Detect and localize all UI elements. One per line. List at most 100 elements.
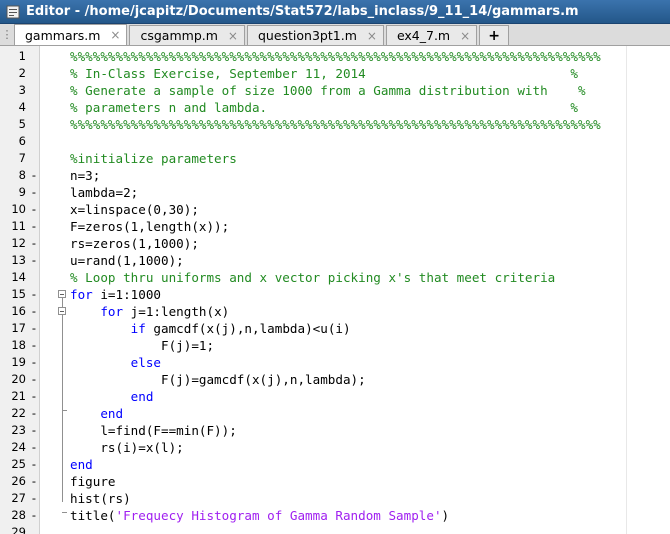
code-line[interactable]: 5%%%%%%%%%%%%%%%%%%%%%%%%%%%%%%%%%%%%%%%… xyxy=(0,116,670,133)
line-number: 24 xyxy=(11,440,26,454)
code-token-plain: rs=zeros(1,1000); xyxy=(70,236,199,251)
code-line[interactable]: 11- F=zeros(1,length(x)); xyxy=(0,218,670,235)
code-line[interactable]: 21- end xyxy=(0,388,670,405)
code-line[interactable]: 27- hist(rs) xyxy=(0,490,670,507)
window-title-bar[interactable]: Editor - /home/jcapitz/Documents/Stat572… xyxy=(0,0,670,24)
fold-toggle-icon[interactable] xyxy=(58,290,66,298)
breakpoint-marker[interactable]: - xyxy=(29,167,39,184)
code-token-plain: u=rand(1,1000); xyxy=(70,253,184,268)
line-number: 4 xyxy=(18,100,26,114)
code-token-plain: lambda=2; xyxy=(70,185,139,200)
code-text: else xyxy=(70,354,161,371)
code-line[interactable]: 3 % Generate a sample of size 1000 from a… xyxy=(0,82,670,99)
tab-label: csgammp.m xyxy=(140,28,218,43)
breakpoint-marker[interactable]: - xyxy=(29,439,39,456)
code-line[interactable]: 16- for j=1:length(x) xyxy=(0,303,670,320)
code-line[interactable]: 2 % In-Class Exercise, September 11, 2014… xyxy=(0,65,670,82)
code-line[interactable]: 6 xyxy=(0,133,670,150)
code-line[interactable]: 7 %initialize parameters xyxy=(0,150,670,167)
breakpoint-marker[interactable]: - xyxy=(29,507,39,524)
close-icon[interactable]: × xyxy=(228,29,238,43)
code-line[interactable]: 8- n=3; xyxy=(0,167,670,184)
code-line[interactable]: 29 xyxy=(0,524,670,534)
line-number: 27 xyxy=(11,491,26,505)
close-icon[interactable]: × xyxy=(367,29,377,43)
line-number: 17 xyxy=(11,321,26,335)
code-token-comment: % Generate a sample of size 1000 from a … xyxy=(70,83,586,98)
breakpoint-marker[interactable]: - xyxy=(29,286,39,303)
matlab-editor-icon xyxy=(6,5,20,18)
code-text: hist(rs) xyxy=(70,490,131,507)
breakpoint-marker[interactable]: - xyxy=(29,320,39,337)
tab-csgammp[interactable]: csgammp.m × xyxy=(129,25,245,45)
code-text: rs=zeros(1,1000); xyxy=(70,235,199,252)
code-text: %%%%%%%%%%%%%%%%%%%%%%%%%%%%%%%%%%%%%%%%… xyxy=(70,48,601,65)
code-text: end xyxy=(70,388,154,405)
code-token-keyword: end xyxy=(70,457,93,472)
close-icon[interactable]: × xyxy=(110,28,120,42)
add-tab-button[interactable]: + xyxy=(479,25,509,45)
code-line[interactable]: 22- end xyxy=(0,405,670,422)
breakpoint-marker[interactable]: - xyxy=(29,405,39,422)
code-line[interactable]: 18- F(j)=1; xyxy=(0,337,670,354)
code-text: for i=1:1000 xyxy=(70,286,161,303)
breakpoint-marker[interactable]: - xyxy=(29,490,39,507)
tab-gammars[interactable]: gammars.m × xyxy=(14,24,128,45)
tab-grip-icon[interactable]: ⋮ xyxy=(0,24,14,45)
line-number: 20 xyxy=(11,372,26,386)
code-token-plain: i=1:1000 xyxy=(92,287,161,302)
code-line[interactable]: 23- l=find(F==min(F)); xyxy=(0,422,670,439)
code-line[interactable]: 4 % parameters n and lambda. % xyxy=(0,99,670,116)
code-line[interactable]: 10- x=linspace(0,30); xyxy=(0,201,670,218)
code-line[interactable]: 24- rs(i)=x(l); xyxy=(0,439,670,456)
close-icon[interactable]: × xyxy=(460,29,470,43)
code-line[interactable]: 12- rs=zeros(1,1000); xyxy=(0,235,670,252)
code-text: figure xyxy=(70,473,116,490)
breakpoint-marker[interactable]: - xyxy=(29,184,39,201)
line-number: 21 xyxy=(11,389,26,403)
breakpoint-marker[interactable]: - xyxy=(29,473,39,490)
code-line[interactable]: 15- for i=1:1000 xyxy=(0,286,670,303)
line-number: 1 xyxy=(18,49,26,63)
breakpoint-marker[interactable]: - xyxy=(29,252,39,269)
code-line[interactable]: 26- figure xyxy=(0,473,670,490)
line-number: 25 xyxy=(11,457,26,471)
editor-tab-bar: ⋮ gammars.m × csgammp.m × question3pt1.m… xyxy=(0,24,670,46)
breakpoint-marker[interactable]: - xyxy=(29,337,39,354)
breakpoint-marker[interactable]: - xyxy=(29,456,39,473)
breakpoint-marker[interactable]: - xyxy=(29,422,39,439)
tab-question3pt1[interactable]: question3pt1.m × xyxy=(246,25,384,45)
code-line[interactable]: 13- u=rand(1,1000); xyxy=(0,252,670,269)
breakpoint-marker[interactable]: - xyxy=(29,235,39,252)
breakpoint-marker[interactable]: - xyxy=(29,303,39,320)
code-token-keyword: end xyxy=(130,389,154,404)
code-text: % parameters n and lambda. % xyxy=(70,99,578,116)
breakpoint-marker[interactable]: - xyxy=(29,371,39,388)
code-token-plain: n=3; xyxy=(70,168,101,183)
tab-ex4-7[interactable]: ex4_7.m × xyxy=(385,25,478,45)
code-line[interactable]: 17- if gamcdf(x(j),n,lambda)<u(i) xyxy=(0,320,670,337)
breakpoint-marker[interactable]: - xyxy=(29,388,39,405)
code-line[interactable]: 14 % Loop thru uniforms and x vector pick… xyxy=(0,269,670,286)
code-token-comment: %%%%%%%%%%%%%%%%%%%%%%%%%%%%%%%%%%%%%%%%… xyxy=(70,117,601,132)
code-text: u=rand(1,1000); xyxy=(70,252,184,269)
line-number: 7 xyxy=(18,151,26,165)
code-token-plain: x=linspace(0,30); xyxy=(70,202,199,217)
line-number: 19 xyxy=(11,355,26,369)
line-number: 16 xyxy=(11,304,26,318)
code-text: F(j)=gamcdf(x(j),n,lambda); xyxy=(70,371,366,388)
breakpoint-marker[interactable]: - xyxy=(29,354,39,371)
fold-toggle-icon[interactable] xyxy=(58,307,66,315)
code-line[interactable]: 1%%%%%%%%%%%%%%%%%%%%%%%%%%%%%%%%%%%%%%%… xyxy=(0,48,670,65)
code-token-plain: F=zeros(1,length(x)); xyxy=(70,219,230,234)
code-line[interactable]: 28- title('Frequecy Histogram of Gamma Ra… xyxy=(0,507,670,524)
code-line[interactable]: 20- F(j)=gamcdf(x(j),n,lambda); xyxy=(0,371,670,388)
code-line[interactable]: 25- end xyxy=(0,456,670,473)
code-editor[interactable]: 1%%%%%%%%%%%%%%%%%%%%%%%%%%%%%%%%%%%%%%%… xyxy=(0,46,670,534)
breakpoint-marker[interactable]: - xyxy=(29,218,39,235)
line-number: 14 xyxy=(11,270,26,284)
code-line[interactable]: 19- else xyxy=(0,354,670,371)
code-text: % Loop thru uniforms and x vector pickin… xyxy=(70,269,555,286)
breakpoint-marker[interactable]: - xyxy=(29,201,39,218)
code-line[interactable]: 9- lambda=2; xyxy=(0,184,670,201)
